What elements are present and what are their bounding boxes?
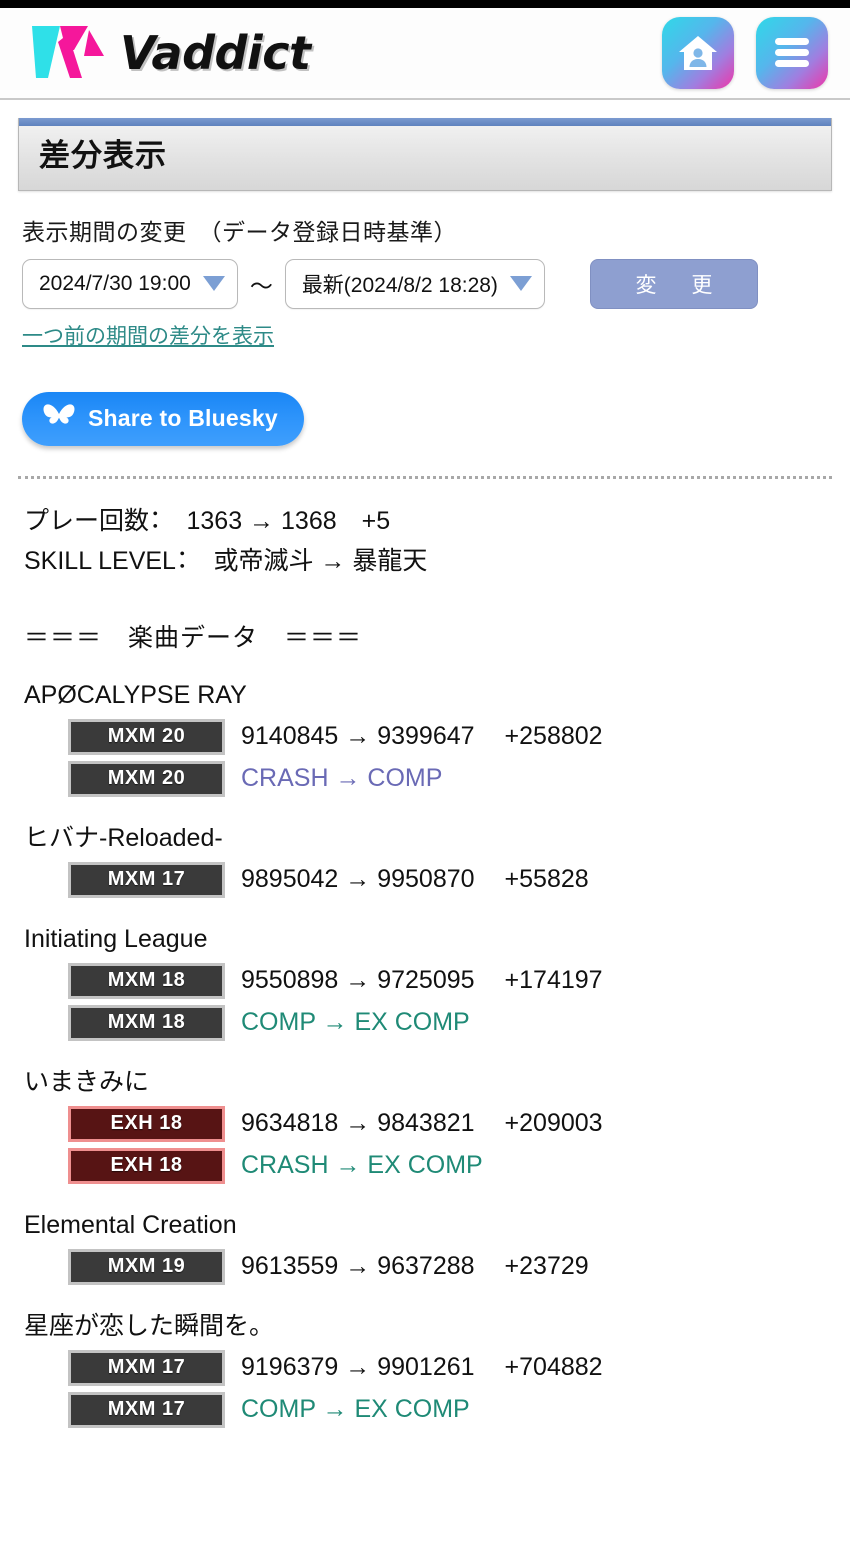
difficulty-badge: MXM 17 bbox=[68, 861, 225, 898]
skill-level-line: SKILL LEVEL： 或帝滅斗 → 暴龍天 bbox=[24, 547, 428, 576]
title-accent-strip bbox=[19, 118, 831, 126]
difficulty-badge: MXM 17 bbox=[68, 1391, 225, 1428]
song-title: いまきみに bbox=[24, 1067, 150, 1096]
start-date-value: 2024/7/30 19:00 bbox=[39, 271, 191, 295]
page-title-panel: 差分表示 bbox=[18, 118, 832, 191]
score-change-text: 9895042 → 9950870 bbox=[241, 865, 475, 894]
song-result-row: MXM 17 9895042 → 9950870 +55828 bbox=[24, 861, 828, 898]
songs-list: APØCALYPSE RAY MXM 20 9140845 → 9399647 +25… bbox=[0, 654, 850, 1428]
song-entry: いまきみに EXH 18 9634818 → 9843821 +209003 EXH 1… bbox=[0, 1067, 850, 1184]
site-header: Vaddict bbox=[0, 8, 850, 100]
end-date-select[interactable]: 最新(2024/8/2 18:28) bbox=[284, 258, 545, 309]
song-result-row: MXM 19 9613559 → 9637288 +23729 bbox=[24, 1248, 828, 1285]
song-title: Elemental Creation bbox=[24, 1210, 237, 1239]
start-date-select[interactable]: 2024/7/30 19:00 bbox=[22, 258, 238, 309]
songs-section-heading: ＝＝＝ 楽曲データ ＝＝＝ bbox=[24, 623, 363, 652]
score-gain-text: +209003 bbox=[504, 1109, 603, 1138]
song-result-row: EXH 18 9634818 → 9843821 +209003 bbox=[24, 1105, 828, 1142]
song-result-row: MXM 18 COMP → EX COMP bbox=[24, 1004, 828, 1041]
song-result-row: EXH 18 CRASH → EX COMP bbox=[24, 1147, 828, 1184]
score-change-text: 9550898 → 9725095 bbox=[241, 966, 475, 995]
end-date-value: 最新(2024/8/2 18:28) bbox=[301, 273, 498, 297]
difficulty-badge: MXM 17 bbox=[68, 1349, 225, 1386]
clear-grade-change-text: CRASH → EX COMP bbox=[241, 1151, 483, 1180]
brand-logo[interactable]: Vaddict bbox=[26, 20, 311, 86]
difficulty-badge: EXH 18 bbox=[68, 1147, 225, 1184]
header-actions bbox=[662, 17, 828, 89]
share-section: Share to Bluesky bbox=[0, 350, 850, 446]
difficulty-badge: EXH 18 bbox=[68, 1105, 225, 1142]
difficulty-badge: MXM 18 bbox=[68, 962, 225, 999]
score-change-text: 9196379 → 9901261 bbox=[241, 1353, 475, 1382]
top-black-strip bbox=[0, 0, 850, 8]
song-result-row: MXM 20 9140845 → 9399647 +258802 bbox=[24, 718, 828, 755]
page-title: 差分表示 bbox=[39, 138, 167, 173]
hamburger-menu-icon[interactable] bbox=[756, 17, 828, 89]
score-gain-text: +258802 bbox=[504, 722, 603, 751]
song-title: APØCALYPSE RAY bbox=[24, 680, 247, 709]
song-entry: APØCALYPSE RAY MXM 20 9140845 → 9399647 +25… bbox=[0, 680, 850, 797]
song-entry: ヒバナ-Reloaded- MXM 17 9895042 → 9950870 +558… bbox=[0, 823, 850, 898]
song-entry: Initiating League MXM 18 9550898 → 9725095… bbox=[0, 924, 850, 1041]
song-title: Initiating League bbox=[24, 924, 208, 953]
score-gain-text: +23729 bbox=[504, 1252, 589, 1281]
score-change-text: 9613559 → 9637288 bbox=[241, 1252, 475, 1281]
song-result-row: MXM 17 9196379 → 9901261 +704882 bbox=[24, 1349, 828, 1386]
summary-block: プレー回数： 1363 → 1368 +5 SKILL LEVEL： 或帝滅斗 … bbox=[0, 479, 850, 582]
difficulty-badge: MXM 20 bbox=[68, 718, 225, 755]
clear-grade-change-text: CRASH → COMP bbox=[241, 764, 443, 793]
brand-name: Vaddict bbox=[120, 26, 311, 80]
share-to-bluesky-label: Share to Bluesky bbox=[88, 405, 278, 432]
home-user-icon[interactable] bbox=[662, 17, 734, 89]
song-result-row: MXM 17 COMP → EX COMP bbox=[24, 1391, 828, 1428]
clear-grade-change-text: COMP → EX COMP bbox=[241, 1008, 470, 1037]
vaddict-logo-icon bbox=[26, 20, 112, 86]
song-entry: Elemental Creation MXM 19 9613559 → 963728… bbox=[0, 1210, 850, 1285]
song-result-row: MXM 18 9550898 → 9725095 +174197 bbox=[24, 962, 828, 999]
difficulty-badge: MXM 20 bbox=[68, 760, 225, 797]
butterfly-icon bbox=[42, 402, 76, 435]
range-separator: ～ bbox=[249, 272, 273, 299]
share-to-bluesky-button[interactable]: Share to Bluesky bbox=[22, 391, 304, 446]
song-title: 星座が恋した瞬間を。 bbox=[24, 1311, 275, 1340]
period-controls-label: 表示期間の変更 （データ登録日時基準） bbox=[22, 218, 457, 245]
play-count-line: プレー回数： 1363 → 1368 +5 bbox=[24, 506, 391, 535]
score-gain-text: +55828 bbox=[504, 865, 589, 894]
chevron-down-icon bbox=[509, 276, 532, 292]
difficulty-badge: MXM 19 bbox=[68, 1248, 225, 1285]
song-result-row: MXM 20 CRASH → COMP bbox=[24, 760, 828, 797]
score-gain-text: +704882 bbox=[504, 1353, 603, 1382]
score-gain-text: +174197 bbox=[504, 966, 603, 995]
chevron-down-icon bbox=[202, 276, 225, 292]
page-body: 差分表示 表示期間の変更 （データ登録日時基準） 2024/7/30 19:00… bbox=[0, 118, 850, 1428]
clear-grade-change-text: COMP → EX COMP bbox=[241, 1395, 470, 1424]
difficulty-badge: MXM 18 bbox=[68, 1004, 225, 1041]
change-period-button[interactable]: 変 更 bbox=[589, 258, 758, 309]
score-change-text: 9634818 → 9843821 bbox=[241, 1109, 475, 1138]
song-entry: 星座が恋した瞬間を。 MXM 17 9196379 → 9901261 +704882… bbox=[0, 1311, 850, 1428]
period-controls: 表示期間の変更 （データ登録日時基準） 2024/7/30 19:00 ～ 最新… bbox=[0, 191, 850, 350]
score-change-text: 9140845 → 9399647 bbox=[241, 722, 475, 751]
previous-period-link[interactable]: 一つ前の期間の差分を表示 bbox=[22, 320, 274, 350]
period-controls-row: 2024/7/30 19:00 ～ 最新(2024/8/2 18:28) 変 更 bbox=[22, 258, 828, 309]
song-title: ヒバナ-Reloaded- bbox=[24, 823, 223, 852]
